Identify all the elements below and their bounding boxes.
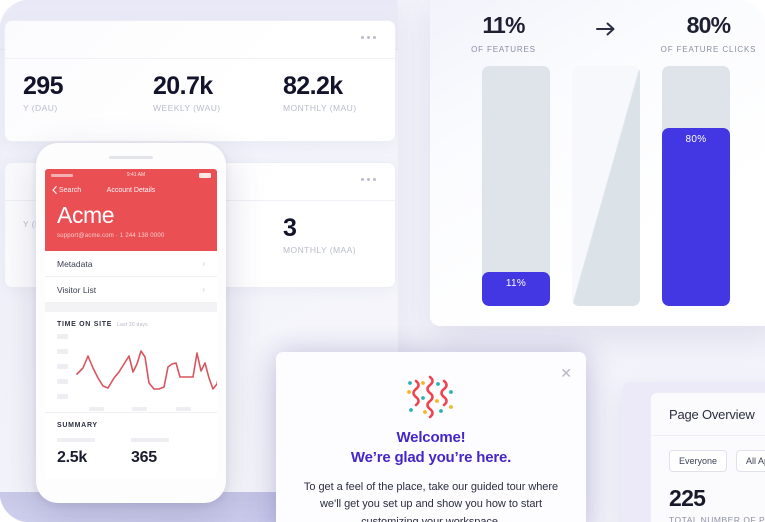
summary-title: SUMMARY [57, 422, 98, 430]
bar-label-right: 80% [685, 134, 707, 146]
bar-left: 11% [482, 66, 550, 306]
stat-value: 3 [283, 214, 297, 242]
bar-track [482, 66, 550, 306]
bar-middle-diagonal [572, 66, 640, 306]
signal-icon [51, 173, 73, 177]
confetti-icon [403, 372, 459, 422]
phone-summary-section: SUMMARY 2.5k 365 [45, 412, 217, 480]
feature-adoption-right-stat: 80% OF FEATURE CLICKS [635, 12, 765, 54]
left-percent: 11% [482, 12, 525, 38]
stat-daily-active-users: 295 Y (DAU) [5, 72, 135, 114]
metric-caption [131, 438, 169, 443]
page-overview-card: Page Overview Everyone All Ap 225 TOTAL … [622, 382, 765, 522]
more-horizontal-icon[interactable] [361, 36, 376, 39]
right-percent: 80% [686, 12, 731, 38]
account-name: Acme [57, 202, 115, 228]
chevron-right-icon: › [202, 259, 205, 269]
page-overview-filters: Everyone All Ap [651, 436, 765, 472]
phone-screen: 9:41 AM Search Account Details Acme supp… [45, 169, 217, 480]
welcome-modal: ✕ Welcome! We’re glad you’re here. To ge… [276, 352, 586, 522]
right-caption: OF FEATURE CLICKS [660, 45, 757, 54]
metric-value: 2.5k [57, 449, 87, 467]
dashboard-card-active-users: 295 Y (DAU) 20.7k WEEKLY (WAU) 82.2k MON… [4, 20, 396, 142]
summary-metric-total-actions: 365 [131, 438, 205, 467]
stat-monthly-active-users: 82.2k MONTHLY (MAU) [265, 72, 395, 114]
card-header [5, 21, 395, 59]
stat-value: 295 [23, 72, 64, 100]
y-axis-ticks [57, 334, 73, 408]
section-subtitle: Last 30 days [117, 322, 148, 329]
arrow-right-icon [577, 12, 635, 37]
account-subtitle: support@acme.com · 1 244 138 0000 [57, 233, 165, 240]
row-label: Metadata [57, 258, 93, 269]
filter-app-all[interactable]: All Ap [736, 450, 765, 472]
bar-right: 80% [662, 66, 730, 306]
feature-adoption-header: 11% OF FEATURES 80% OF FEATURE CLICKS [430, 0, 765, 54]
phone-status-bar: 9:41 AM [45, 169, 217, 181]
bar-label-left: 11% [505, 278, 527, 290]
phone-row-visitor-list[interactable]: Visitor List › [45, 277, 217, 304]
x-axis-ticks [75, 407, 205, 412]
row-label: Visitor List [57, 284, 97, 295]
metric-caption [57, 438, 95, 443]
section-header: TIME ON SITE Last 30 days [57, 321, 205, 328]
stat-value: 82.2k [283, 72, 343, 100]
stat-label: MONTHLY (MAA) [283, 245, 357, 256]
stat-label: WEEKLY (WAU) [153, 103, 221, 114]
time-on-site-section: TIME ON SITE Last 30 days [45, 312, 217, 413]
summary-metrics: 2.5k 365 [57, 438, 205, 467]
left-caption: OF FEATURES [471, 45, 536, 54]
page-overview-inner: Page Overview Everyone All Ap 225 TOTAL … [650, 392, 765, 522]
time-on-site-sparkline [57, 334, 217, 412]
phone-nav-title: Account Details [106, 186, 156, 194]
feature-adoption-left-stat: 11% OF FEATURES [430, 12, 577, 54]
status-time: 9:41 AM [126, 172, 146, 178]
sparkline-path [76, 350, 217, 391]
phone-mockup: 9:41 AM Search Account Details Acme supp… [36, 143, 226, 503]
phone-account-hero: Acme support@acme.com · 1 244 138 0000 [45, 199, 217, 252]
filter-segment-everyone[interactable]: Everyone [669, 450, 728, 472]
welcome-heading-line2: We’re glad you’re here. [350, 448, 512, 466]
more-horizontal-icon[interactable] [361, 178, 376, 181]
page-overview-total: 225 [669, 485, 706, 511]
section-title: TIME ON SITE [57, 321, 113, 329]
welcome-heading: Welcome! We’re glad you’re here. [302, 428, 560, 468]
stat-value: 20.7k [153, 72, 213, 100]
stat-monthly-active-accounts: 3 MONTHLY (MAA) [265, 214, 395, 256]
metric-value: 365 [131, 449, 157, 467]
close-icon[interactable]: ✕ [560, 366, 572, 380]
page-title: Page Overview [669, 407, 755, 422]
stat-weekly-active-users: 20.7k WEEKLY (WAU) [135, 72, 265, 114]
welcome-body-text: To get a feel of the place, take our gui… [303, 480, 559, 522]
welcome-heading-line1: Welcome! [396, 429, 466, 446]
stat-label: Y (DAU) [23, 103, 58, 114]
phone-speaker [109, 156, 153, 159]
bar-fill-left: 11% [482, 272, 550, 306]
chevron-right-icon: › [202, 285, 205, 295]
feature-adoption-card: 11% OF FEATURES 80% OF FEATURE CLICKS 11… [430, 0, 765, 326]
bar-fill-right: 80% [662, 128, 730, 306]
composition-stage: 295 Y (DAU) 20.7k WEEKLY (WAU) 82.2k MON… [0, 0, 765, 522]
battery-icon [198, 172, 211, 178]
section-gap [45, 303, 217, 313]
stat-label: MONTHLY (MAU) [283, 103, 357, 114]
stat-row: 295 Y (DAU) 20.7k WEEKLY (WAU) 82.2k MON… [5, 59, 395, 114]
page-overview-total-caption: TOTAL NUMBER OF P [669, 515, 765, 522]
phone-row-metadata[interactable]: Metadata › [45, 251, 217, 278]
summary-metric-unique-visitors: 2.5k [57, 438, 131, 467]
feature-adoption-bars: 11% 80% [430, 66, 765, 306]
phone-nav-bar: Search Account Details [45, 181, 217, 199]
